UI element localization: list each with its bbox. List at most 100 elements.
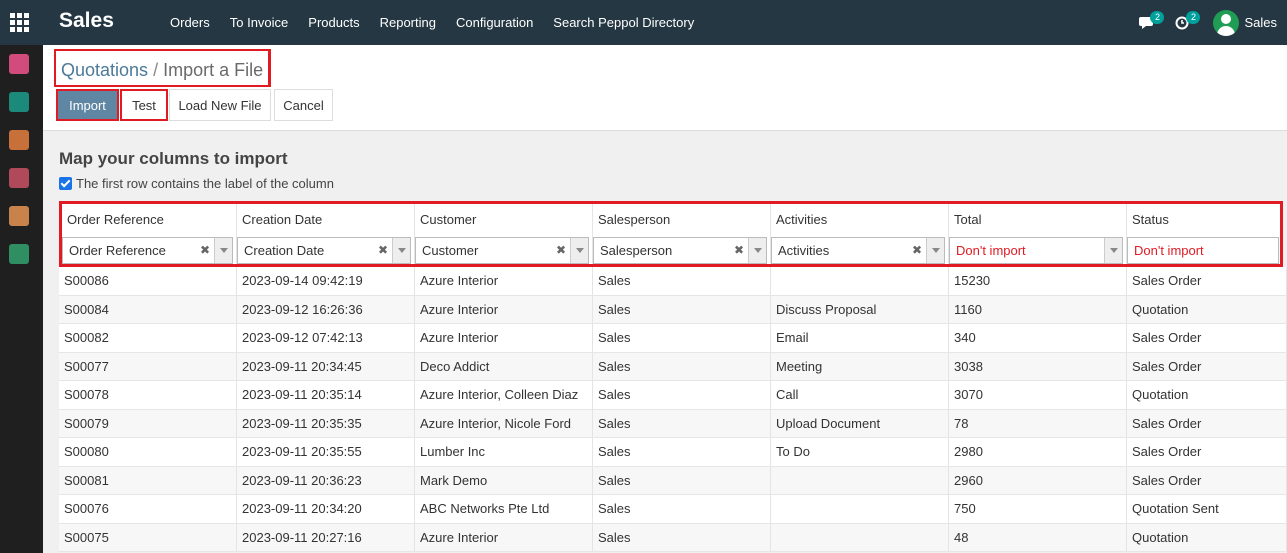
activities-badge: 2 — [1186, 11, 1201, 24]
breadcrumb-separator: / — [153, 60, 159, 80]
table-cell: Quotation — [1127, 523, 1287, 551]
activities-button[interactable]: 2 — [1169, 0, 1205, 45]
table-cell: Sales — [593, 409, 771, 437]
table-cell: S00084 — [59, 295, 237, 323]
table-cell: S00086 — [59, 267, 237, 295]
load-new-file-button[interactable]: Load New File — [169, 89, 271, 121]
table-cell: 2023-09-11 20:35:35 — [237, 409, 415, 437]
crm-app-icon[interactable] — [9, 130, 29, 150]
invoicing-app-icon[interactable] — [9, 206, 29, 226]
top-navbar: Sales Orders To Invoice Products Reporti… — [0, 0, 1287, 45]
cancel-button[interactable]: Cancel — [274, 89, 333, 121]
page-title: Map your columns to import — [59, 149, 288, 168]
apps-menu-icon[interactable] — [10, 13, 30, 33]
messages-button[interactable]: 2 — [1133, 0, 1169, 45]
inventory-app-icon[interactable] — [9, 168, 29, 188]
table-cell: Sales Order — [1127, 466, 1287, 494]
table-row: S00077 2023-09-11 20:34:45 Deco Addict Sale… — [59, 352, 1287, 381]
table-cell: Quotation — [1127, 381, 1287, 409]
table-cell: 2023-09-11 20:27:16 — [237, 523, 415, 551]
table-cell: Sales — [593, 438, 771, 466]
table-cell: Sales Order — [1127, 267, 1287, 295]
menu-to-invoice[interactable]: To Invoice — [220, 0, 299, 45]
table-cell: 2023-09-11 20:34:45 — [237, 352, 415, 380]
table-cell: Deco Addict — [415, 352, 593, 380]
menu-orders[interactable]: Orders — [160, 0, 220, 45]
table-cell — [771, 523, 949, 551]
documents-app-icon[interactable] — [9, 244, 29, 264]
table-row: S00075 2023-09-11 20:27:16 Azure Interior S… — [59, 523, 1287, 552]
table-cell: Sales Order — [1127, 409, 1287, 437]
table-cell — [771, 267, 949, 295]
table-cell: 2023-09-11 20:35:55 — [237, 438, 415, 466]
table-cell: Azure Interior — [415, 523, 593, 551]
table-cell: Sales Order — [1127, 352, 1287, 380]
test-button[interactable]: Test — [120, 89, 168, 121]
import-button[interactable]: Import — [56, 89, 119, 121]
table-cell: 750 — [949, 495, 1127, 523]
table-cell: 2980 — [949, 438, 1127, 466]
table-cell: Sales — [593, 381, 771, 409]
contacts-app-icon[interactable] — [9, 92, 29, 112]
table-cell: 2960 — [949, 466, 1127, 494]
table-cell: 2023-09-11 20:36:23 — [237, 466, 415, 494]
table-row: S00076 2023-09-11 20:34:20 ABC Networks Pt… — [59, 495, 1287, 524]
messages-badge: 2 — [1150, 11, 1165, 24]
table-cell: Azure Interior — [415, 267, 593, 295]
table-cell: Mark Demo — [415, 466, 593, 494]
table-row: S00086 2023-09-14 09:42:19 Azure Interior S… — [59, 267, 1287, 296]
table-cell: 2023-09-11 20:34:20 — [237, 495, 415, 523]
table-cell: Sales — [593, 352, 771, 380]
table-cell: Lumber Inc — [415, 438, 593, 466]
discuss-app-icon[interactable] — [9, 54, 29, 74]
menu-products[interactable]: Products — [298, 0, 369, 45]
table-body: S00086 2023-09-14 09:42:19 Azure Interior S… — [59, 267, 1287, 552]
breadcrumb: Quotations / Import a File — [54, 49, 272, 87]
table-cell — [771, 495, 949, 523]
table-cell: 2023-09-11 20:35:14 — [237, 381, 415, 409]
table-cell: 15230 — [949, 267, 1127, 295]
user-name: Sales — [1244, 15, 1277, 30]
table-cell: Azure Interior — [415, 295, 593, 323]
user-menu[interactable]: Sales — [1213, 9, 1277, 36]
table-cell: 1160 — [949, 295, 1127, 323]
breadcrumb-quotations[interactable]: Quotations — [61, 60, 148, 80]
first-row-option: The first row contains the label of the … — [59, 176, 334, 191]
table-row: S00078 2023-09-11 20:35:14 Azure Interior,… — [59, 381, 1287, 410]
table-cell: Quotation — [1127, 295, 1287, 323]
header-highlight — [59, 201, 1283, 267]
table-cell: 78 — [949, 409, 1127, 437]
table-cell: Discuss Proposal — [771, 295, 949, 323]
table-cell: Sales — [593, 495, 771, 523]
systray: 2 2 Sales — [1133, 0, 1287, 45]
table-cell: To Do — [771, 438, 949, 466]
app-sidebar — [0, 45, 43, 553]
table-row: S00081 2023-09-11 20:36:23 Mark Demo Sales 2… — [59, 466, 1287, 495]
menu-reporting[interactable]: Reporting — [370, 0, 446, 45]
table-cell: Sales — [593, 324, 771, 352]
table-cell: S00082 — [59, 324, 237, 352]
table-cell: Sales — [593, 295, 771, 323]
table-row: S00084 2023-09-12 16:26:36 Azure Interior S… — [59, 295, 1287, 324]
table-cell: ABC Networks Pte Ltd — [415, 495, 593, 523]
app-brand[interactable]: Sales — [59, 9, 114, 33]
table-cell: Quotation Sent — [1127, 495, 1287, 523]
first-row-checkbox[interactable] — [59, 177, 72, 190]
table-cell: Azure Interior — [415, 324, 593, 352]
table-cell: S00075 — [59, 523, 237, 551]
table-cell — [771, 466, 949, 494]
table-cell: 2023-09-14 09:42:19 — [237, 267, 415, 295]
table-cell: Meeting — [771, 352, 949, 380]
table-cell: S00080 — [59, 438, 237, 466]
table-cell: 340 — [949, 324, 1127, 352]
first-row-label: The first row contains the label of the … — [76, 176, 334, 191]
menu-configuration[interactable]: Configuration — [446, 0, 543, 45]
table-cell: 3038 — [949, 352, 1127, 380]
table-cell: S00079 — [59, 409, 237, 437]
menu-search-peppol-directory[interactable]: Search Peppol Directory — [543, 0, 704, 45]
table-cell: 2023-09-12 16:26:36 — [237, 295, 415, 323]
avatar — [1213, 9, 1240, 36]
table-row: S00082 2023-09-12 07:42:13 Azure Interior S… — [59, 324, 1287, 353]
control-panel: Quotations / Import a File Import Test Loa… — [43, 45, 1287, 131]
table-cell: Call — [771, 381, 949, 409]
